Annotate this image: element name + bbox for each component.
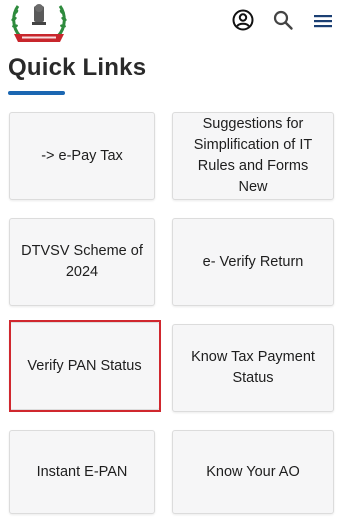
income-tax-logo[interactable]: [8, 0, 70, 46]
title-underline: [8, 91, 65, 95]
card-know-your-ao[interactable]: Know Your AO: [172, 430, 334, 514]
card-e-pay-tax[interactable]: -> e-Pay Tax: [9, 112, 155, 200]
card-label: Instant E-PAN: [36, 463, 128, 480]
card-verify-pan-status[interactable]: Verify PAN Status: [9, 322, 160, 410]
card-e-verify-return[interactable]: e- Verify Return: [172, 218, 334, 306]
header: [0, 0, 340, 52]
card-know-tax-payment-status[interactable]: Know Tax Payment Status: [172, 324, 334, 412]
card-label: DTVSV Scheme of 2024: [21, 243, 143, 280]
page: Quick Links -> e-Pay Tax Suggestions for…: [0, 0, 340, 521]
card-suggestions-simplification[interactable]: Suggestions for Simplification of IT Rul…: [172, 112, 334, 200]
card-label: Know Tax Payment Status: [191, 349, 315, 386]
hamburger-menu-icon[interactable]: [312, 12, 334, 30]
emblem-icon: [11, 4, 67, 42]
card-label: -> e-Pay Tax: [41, 147, 123, 164]
search-icon[interactable]: [272, 9, 294, 31]
card-label: Verify PAN Status: [27, 357, 142, 374]
card-label: Know Your AO: [206, 463, 300, 480]
card-instant-e-pan[interactable]: Instant E-PAN: [9, 430, 155, 514]
section-title: Quick Links: [8, 54, 147, 81]
card-label: e- Verify Return: [202, 253, 304, 270]
card-dtvsv-scheme[interactable]: DTVSV Scheme of 2024: [9, 218, 155, 306]
account-circle-icon[interactable]: [232, 9, 254, 31]
card-label: Suggestions for Simplification of IT Rul…: [193, 116, 313, 195]
